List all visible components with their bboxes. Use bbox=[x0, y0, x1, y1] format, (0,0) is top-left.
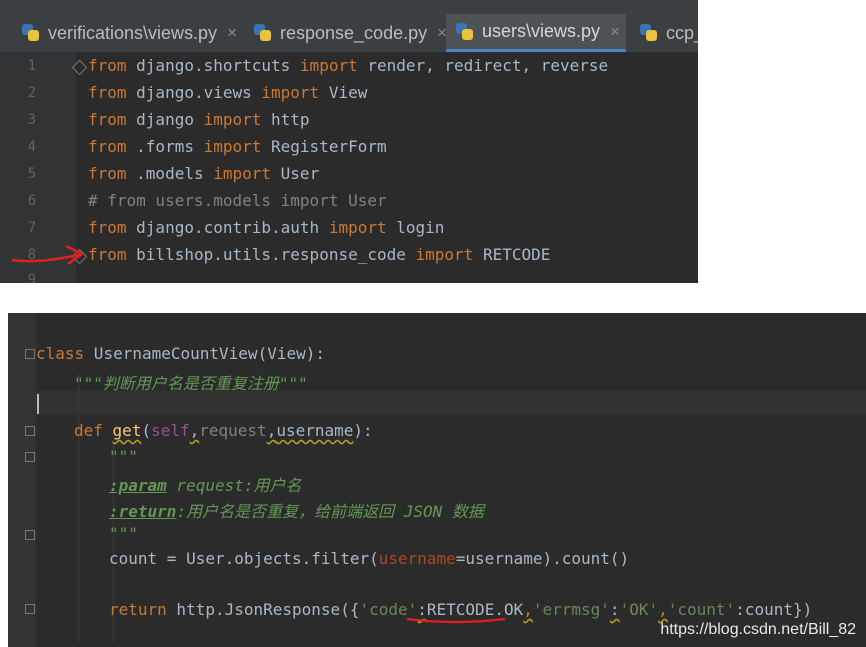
python-file-icon bbox=[456, 22, 474, 41]
class-definition-line[interactable]: class UsernameCountView(View): bbox=[36, 344, 325, 363]
line-number: 2 bbox=[27, 85, 36, 101]
code-line[interactable]: from django.shortcuts import render, red… bbox=[88, 56, 608, 75]
fold-marker-icon[interactable] bbox=[25, 530, 35, 540]
bottom-editor-panel: class UsernameCountView(View): """判断用户名是… bbox=[8, 313, 866, 647]
editor-tab-bar: verifications\views.py × response_code.p… bbox=[0, 0, 698, 52]
fold-marker-icon[interactable] bbox=[25, 604, 35, 614]
docstring-open[interactable]: """ bbox=[109, 447, 138, 466]
fold-marker-icon[interactable] bbox=[25, 426, 35, 436]
line-number-gutter bbox=[8, 313, 36, 647]
line-number: 6 bbox=[27, 193, 36, 209]
watermark-url: https://blog.csdn.net/Bill_82 bbox=[660, 621, 856, 638]
line-number: 5 bbox=[27, 166, 36, 182]
docstring-close[interactable]: """ bbox=[109, 524, 138, 543]
fold-marker-icon[interactable] bbox=[25, 452, 35, 462]
def-line[interactable]: def get(self,request,username): bbox=[74, 421, 373, 440]
python-file-icon bbox=[254, 24, 272, 42]
docstring-return-line[interactable]: :return:用户名是否重复，给前端返回 JSON 数据 bbox=[109, 498, 484, 522]
tab-response-code[interactable]: response_code.py × bbox=[244, 14, 447, 52]
tab-label: verifications\views.py bbox=[48, 22, 218, 43]
indent-guide bbox=[78, 373, 79, 643]
python-file-icon bbox=[22, 24, 40, 42]
tab-users-views[interactable]: users\views.py × bbox=[446, 14, 626, 52]
line-number: 9 bbox=[27, 272, 36, 283]
line-number: 7 bbox=[27, 220, 36, 236]
red-arrow-annotation-icon bbox=[11, 244, 85, 266]
text-caret bbox=[37, 394, 39, 414]
red-underline-annotation-icon bbox=[406, 617, 506, 624]
close-icon[interactable]: × bbox=[227, 23, 237, 43]
code-line[interactable]: from django.contrib.auth import login bbox=[88, 218, 444, 237]
top-editor-panel: verifications\views.py × response_code.p… bbox=[0, 0, 698, 283]
line-number: 3 bbox=[27, 112, 36, 128]
tab-label: response_code.py bbox=[280, 22, 428, 43]
code-line[interactable]: from .forms import RegisterForm bbox=[88, 137, 387, 156]
line-number: 4 bbox=[27, 139, 36, 155]
tab-label: ccp_s bbox=[666, 22, 698, 43]
code-line[interactable]: from django import http bbox=[88, 110, 310, 129]
line-number: 1 bbox=[27, 58, 36, 74]
code-comment-line[interactable]: # from users.models import User bbox=[88, 191, 387, 210]
tab-label: users\views.py bbox=[482, 21, 601, 41]
tab-ccp[interactable]: ccp_s bbox=[630, 14, 698, 52]
count-assignment-line[interactable]: count = User.objects.filter(username=use… bbox=[109, 549, 629, 568]
class-docstring-line[interactable]: """判断用户名是否重复注册""" bbox=[74, 370, 308, 394]
python-file-icon bbox=[640, 24, 658, 42]
code-line[interactable]: from django.views import View bbox=[88, 83, 367, 102]
tab-verifications-views[interactable]: verifications\views.py × bbox=[12, 14, 240, 52]
code-line[interactable]: from .models import User bbox=[88, 164, 319, 183]
close-icon[interactable]: × bbox=[610, 22, 620, 42]
current-line-highlight bbox=[36, 391, 866, 415]
fold-marker-icon[interactable] bbox=[25, 349, 35, 359]
docstring-param-line[interactable]: :param request:用户名 bbox=[109, 472, 302, 496]
code-line[interactable]: from billshop.utils.response_code import… bbox=[88, 245, 550, 264]
